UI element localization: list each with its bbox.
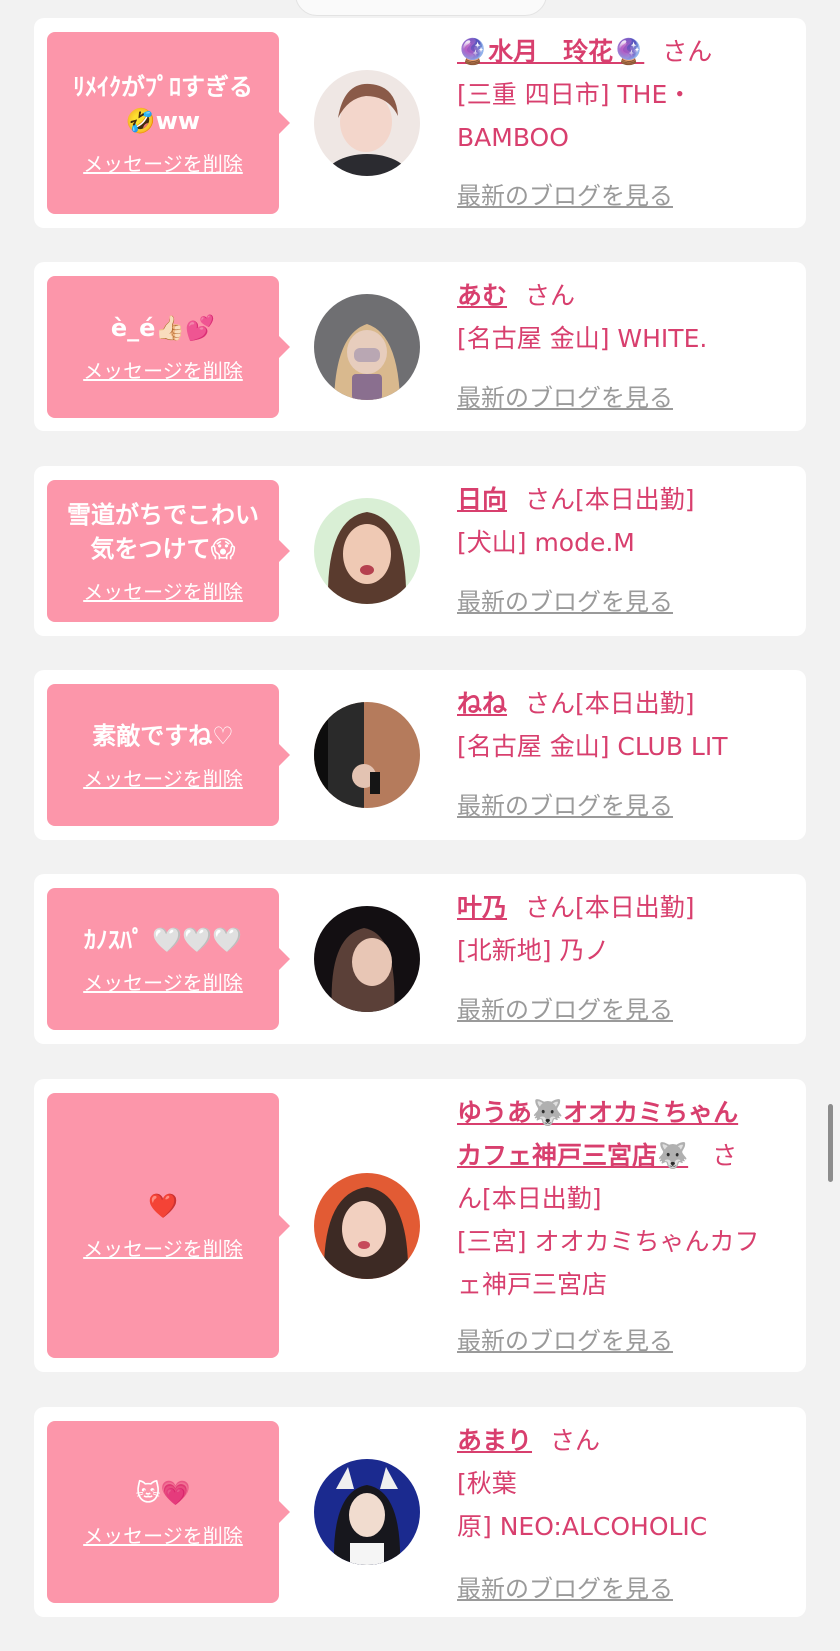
message-text: 素敵ですね♡ [92, 721, 234, 750]
store-line: [名古屋 金山] CLUB LIT [457, 732, 728, 761]
message-bubble: 🐱💗 メッセージを削除 [47, 1421, 290, 1603]
profile-name-link[interactable]: ゆうあ🐺オオカミちゃん [457, 1098, 738, 1127]
delete-message-link[interactable]: メッセージを削除 [83, 1233, 243, 1262]
avatar[interactable] [314, 702, 420, 808]
store-line: [名古屋 金山] WHITE. [457, 324, 708, 353]
honorific: さ [712, 1141, 738, 1170]
honorific: さん [662, 37, 713, 66]
message-bubble: ｶﾉｽﾊﾟ 🤍🤍🤍 メッセージを削除 [47, 888, 290, 1030]
top-tab-pill[interactable] [295, 0, 547, 16]
message-text: ﾘﾒｲｸがﾌﾟﾛすぎる 🤣ww [73, 72, 253, 135]
profile-name-link[interactable]: 日向 [457, 485, 507, 514]
profile-info: 🔮水月 玲花🔮 さん [三重 四日市] THE・ BAMBOO [457, 30, 787, 159]
profile-name-link[interactable]: ねね [457, 689, 507, 718]
latest-blog-link[interactable]: 最新のブログを見る [457, 1321, 673, 1356]
latest-blog-link[interactable]: 最新のブログを見る [457, 1569, 673, 1604]
store-line: [犬山] mode.M [457, 528, 635, 557]
profile-info: あまり さん [秋葉 原] NEO:ALCOHOLIC [457, 1419, 787, 1548]
message-text: è_é👍🏻💕 [110, 313, 216, 342]
profile-name-link[interactable]: あむ [457, 281, 507, 310]
message-bubble: ❤️ メッセージを削除 [47, 1093, 290, 1358]
avatar[interactable] [314, 70, 420, 176]
avatar[interactable] [314, 1459, 420, 1565]
profile-name-link[interactable]: 叶乃 [457, 893, 507, 922]
avatar[interactable] [314, 906, 420, 1012]
honorific: さん [525, 893, 576, 922]
delete-message-link[interactable]: メッセージを削除 [83, 576, 243, 605]
profile-info: 叶乃 さん[本日出勤] [北新地] 乃ノ [457, 886, 787, 972]
latest-blog-link[interactable]: 最新のブログを見る [457, 176, 673, 211]
profile-name-link[interactable]: あまり [457, 1426, 532, 1455]
delete-message-link[interactable]: メッセージを削除 [83, 355, 243, 384]
store-line: 原] NEO:ALCOHOLIC [457, 1512, 708, 1541]
store-line: [三宮] オオカミちゃんカフ [457, 1227, 760, 1256]
message-text: ｶﾉｽﾊﾟ 🤍🤍🤍 [83, 925, 242, 954]
work-status: [本日出勤] [575, 689, 695, 718]
message-list-page: ﾘﾒｲｸがﾌﾟﾛすぎる 🤣ww メッセージを削除 🔮水月 玲花🔮 さん [三重 四… [0, 0, 840, 1651]
profile-info: ゆうあ🐺オオカミちゃん カフェ神戸三宮店🐺 さ ん[本日出勤] [三宮] オオカミ… [457, 1091, 787, 1306]
delete-message-link[interactable]: メッセージを削除 [83, 1520, 243, 1549]
message-card: 🐱💗 メッセージを削除 あまり さん [秋葉 原] NEO:ALCOHOLIC 最… [34, 1407, 806, 1617]
message-text: 雪道がちでこわい 気をつけて😱 [67, 500, 259, 563]
work-status: [本日出勤] [575, 893, 695, 922]
work-status: [本日出勤] [482, 1184, 602, 1213]
store-line: ェ神戸三宮店 [457, 1270, 608, 1299]
profile-name-link[interactable]: カフェ神戸三宮店🐺 [457, 1141, 688, 1170]
honorific: さん [525, 281, 576, 310]
message-bubble: è_é👍🏻💕 メッセージを削除 [47, 276, 290, 418]
message-card: 雪道がちでこわい 気をつけて😱 メッセージを削除 日向 さん[本日出勤] [犬山]… [34, 466, 806, 636]
honorific: さん [525, 485, 576, 514]
message-card: 素敵ですね♡ メッセージを削除 ねね さん[本日出勤] [名古屋 金山] CLUB… [34, 670, 806, 840]
message-bubble: ﾘﾒｲｸがﾌﾟﾛすぎる 🤣ww メッセージを削除 [47, 32, 290, 214]
profile-info: 日向 さん[本日出勤] [犬山] mode.M [457, 478, 787, 564]
latest-blog-link[interactable]: 最新のブログを見る [457, 582, 673, 617]
store-line: [秋葉 [457, 1469, 517, 1498]
message-card: ｶﾉｽﾊﾟ 🤍🤍🤍 メッセージを削除 叶乃 さん[本日出勤] [北新地] 乃ノ 最… [34, 874, 806, 1044]
honorific: さん [525, 689, 576, 718]
honorific: ん [457, 1184, 483, 1213]
latest-blog-link[interactable]: 最新のブログを見る [457, 990, 673, 1025]
avatar[interactable] [314, 294, 420, 400]
profile-info: ねね さん[本日出勤] [名古屋 金山] CLUB LIT [457, 682, 787, 768]
store-line: [三重 四日市] THE・ [457, 80, 693, 109]
store-line: BAMBOO [457, 123, 569, 152]
message-text: 🐱💗 [135, 1478, 191, 1507]
store-line: [北新地] 乃ノ [457, 936, 610, 965]
delete-message-link[interactable]: メッセージを削除 [83, 148, 243, 177]
message-text: ❤️ [148, 1192, 178, 1220]
message-card: è_é👍🏻💕 メッセージを削除 あむ さん [名古屋 金山] WHITE. 最新の… [34, 262, 806, 431]
work-status: [本日出勤] [575, 485, 695, 514]
avatar[interactable] [314, 1173, 420, 1279]
honorific: さん [550, 1426, 601, 1455]
profile-name-link[interactable]: 🔮水月 玲花🔮 [457, 37, 644, 66]
latest-blog-link[interactable]: 最新のブログを見る [457, 786, 673, 821]
profile-info: あむ さん [名古屋 金山] WHITE. [457, 274, 787, 360]
avatar[interactable] [314, 498, 420, 604]
scrollbar-thumb[interactable] [828, 1104, 833, 1182]
message-bubble: 雪道がちでこわい 気をつけて😱 メッセージを削除 [47, 480, 290, 622]
message-card: ﾘﾒｲｸがﾌﾟﾛすぎる 🤣ww メッセージを削除 🔮水月 玲花🔮 さん [三重 四… [34, 18, 806, 228]
latest-blog-link[interactable]: 最新のブログを見る [457, 378, 673, 413]
delete-message-link[interactable]: メッセージを削除 [83, 763, 243, 792]
message-card: ❤️ メッセージを削除 ゆうあ🐺オオカミちゃん カフェ神戸三宮店🐺 さ ん[本日出… [34, 1079, 806, 1372]
message-bubble: 素敵ですね♡ メッセージを削除 [47, 684, 290, 826]
delete-message-link[interactable]: メッセージを削除 [83, 967, 243, 996]
